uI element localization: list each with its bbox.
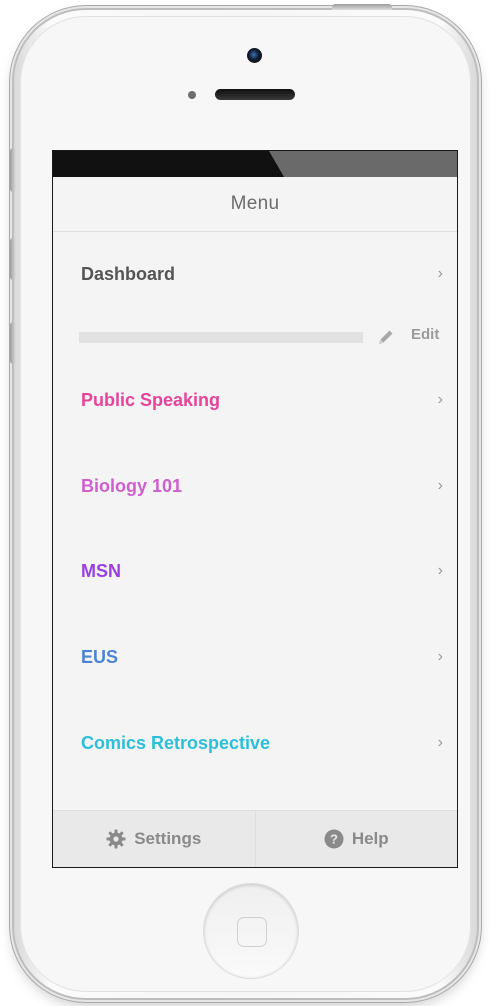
menu-item-course[interactable]: EUS › <box>53 637 457 677</box>
proximity-sensor <box>188 91 196 99</box>
course-label: Comics Retrospective <box>81 732 271 753</box>
chevron-right-icon: › <box>437 734 443 751</box>
help-label: Help <box>351 829 389 848</box>
front-camera <box>247 48 262 63</box>
status-bar-overlay <box>269 151 457 177</box>
earpiece-speaker <box>215 89 295 100</box>
section-divider-bar <box>79 332 363 343</box>
settings-label: Settings <box>134 829 202 848</box>
power-button <box>332 4 392 10</box>
menu-item-course[interactable]: Biology 101 › <box>53 466 457 506</box>
course-label: Public Speaking <box>81 389 221 410</box>
question-circle-icon: ? <box>324 829 344 849</box>
menu-title: Menu <box>230 193 280 214</box>
chevron-right-icon: › <box>437 391 443 408</box>
course-label: MSN <box>81 560 121 581</box>
svg-text:?: ? <box>330 832 338 847</box>
settings-button[interactable]: Settings <box>53 811 255 867</box>
bottom-tab-bar: Settings ? Help <box>53 810 457 867</box>
menu-item-dashboard-label: Dashboard <box>81 263 176 284</box>
menu-header: Menu <box>53 177 457 232</box>
gear-icon <box>106 829 126 849</box>
menu-item-course[interactable]: Comics Retrospective › <box>53 723 457 763</box>
mute-switch <box>10 148 16 192</box>
volume-up-button <box>10 238 16 280</box>
menu-sheet: Menu Dashboard › Edit Public Speaking › … <box>53 177 457 867</box>
status-bar <box>53 151 457 177</box>
menu-item-dashboard[interactable]: Dashboard › <box>53 254 457 294</box>
chevron-right-icon: › <box>437 265 443 282</box>
courses-section-header: Edit <box>53 323 457 351</box>
menu-item-course[interactable]: Public Speaking › <box>53 380 457 420</box>
home-button-square-icon <box>237 917 267 947</box>
chevron-right-icon: › <box>437 648 443 665</box>
pencil-icon[interactable] <box>376 327 396 347</box>
chevron-right-icon: › <box>437 562 443 579</box>
volume-down-button <box>10 322 16 364</box>
phone-screen: Menu Dashboard › Edit Public Speaking › … <box>52 150 458 868</box>
course-label: Biology 101 <box>81 475 183 496</box>
chevron-right-icon: › <box>437 477 443 494</box>
edit-button[interactable]: Edit <box>411 326 439 343</box>
course-label: EUS <box>81 646 119 667</box>
home-button[interactable] <box>204 884 298 978</box>
menu-item-course[interactable]: MSN › <box>53 551 457 591</box>
help-button[interactable]: ? Help <box>254 811 458 867</box>
